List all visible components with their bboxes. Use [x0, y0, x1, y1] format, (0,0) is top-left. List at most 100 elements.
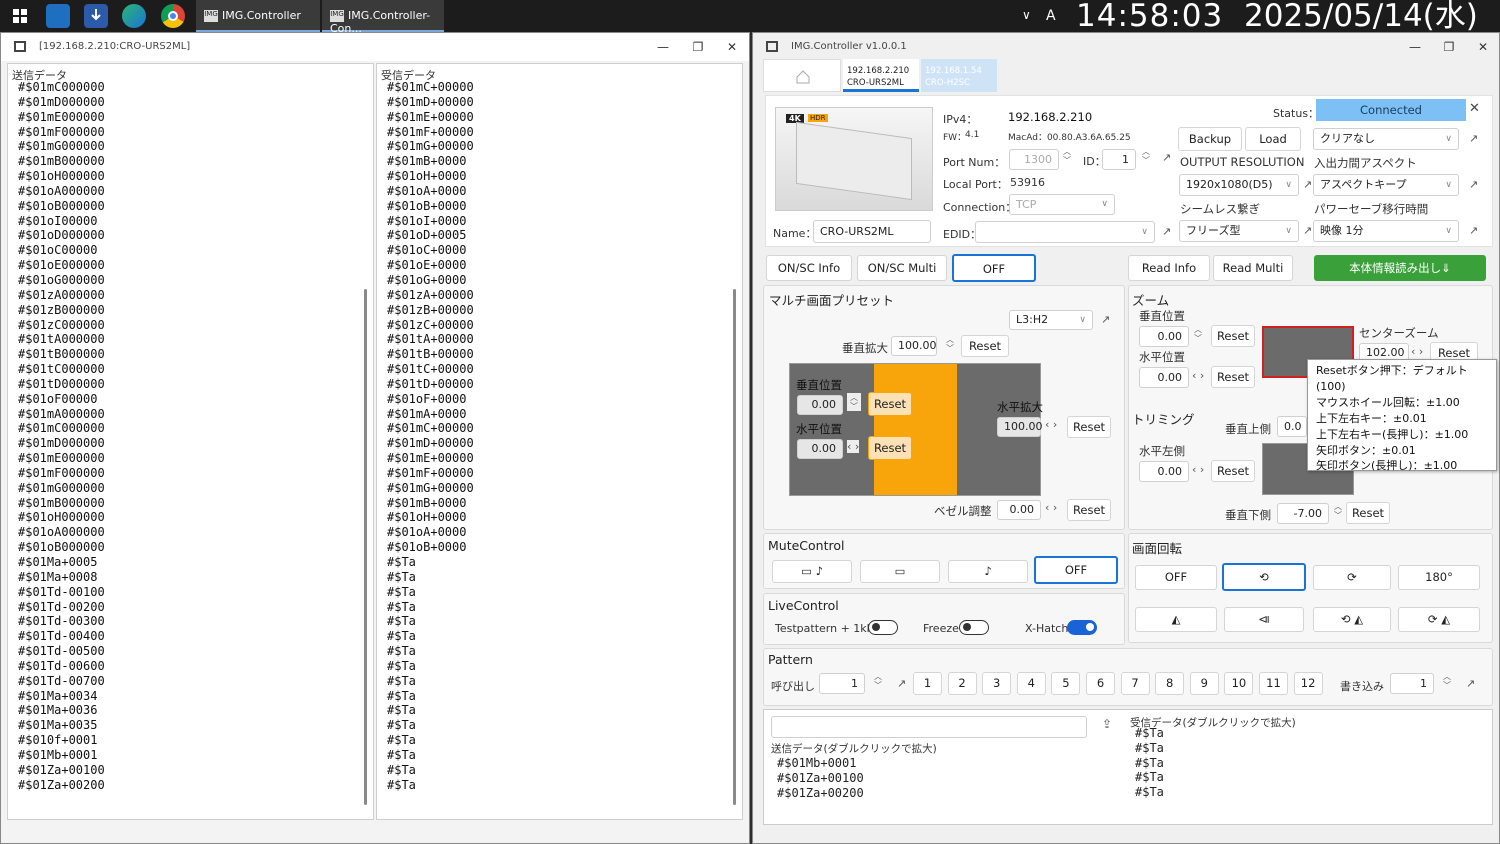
maximize-button[interactable]: ❐	[1441, 39, 1457, 55]
mp-h-pos-reset[interactable]: Reset	[868, 436, 912, 460]
resolution-apply-icon[interactable]: ↗	[1303, 178, 1312, 191]
edid-select[interactable]: ∨	[975, 221, 1155, 243]
onsc-off-button[interactable]: OFF	[952, 254, 1036, 282]
connection-select[interactable]: TCP ∨	[1009, 194, 1115, 215]
mute-off-button[interactable]: OFF	[1034, 556, 1118, 584]
send-scrollbar[interactable]	[364, 289, 367, 805]
pattern-button-4[interactable]: 4	[1016, 672, 1046, 695]
zoom-h-pos-arrows[interactable]: ‹ ›	[1192, 369, 1204, 382]
rotation-180-button[interactable]: 180°	[1398, 565, 1480, 590]
name-input[interactable]: CRO-URS2ML	[813, 220, 931, 243]
layout-select[interactable]: L3:H2 ∨	[1009, 310, 1093, 330]
preset-select[interactable]: クリアなし ∨	[1313, 128, 1459, 150]
home-tab[interactable]	[763, 59, 841, 92]
center-zoom-arrows[interactable]: ‹ ›	[1411, 345, 1423, 358]
send-data-pane[interactable]: 送信データ #$01mC000000 #$01mD000000 #$01mE0000…	[7, 63, 374, 820]
bezel-arrows[interactable]: ‹ ›	[1045, 501, 1057, 514]
pattern-write-apply-icon[interactable]: ↗	[1466, 677, 1475, 690]
send-command-icon[interactable]: ⇪	[1098, 717, 1116, 735]
id-input[interactable]: 1	[1102, 149, 1136, 170]
windows-start-icon[interactable]	[8, 4, 32, 28]
zoom-v-pos-spinner[interactable]: ︿ ﹀	[1191, 325, 1205, 343]
mp-h-zoom-arrows[interactable]: ‹ ›	[1045, 418, 1057, 431]
onsc-info-button[interactable]: ON/SC Info	[766, 255, 852, 281]
rotate-flip-a-button[interactable]: ⟲ ◭	[1313, 607, 1391, 632]
mute-video-button[interactable]: ▭	[860, 560, 940, 583]
pattern-call-spinner[interactable]: ︿ ﹀	[871, 672, 885, 690]
bezel-reset[interactable]: Reset	[1067, 499, 1111, 521]
controller-titlebar[interactable]: IMG.Controller v1.0.0.1 — ❐ ✕	[753, 33, 1499, 61]
load-button[interactable]: Load	[1245, 127, 1301, 151]
tab-device-1[interactable]: 192.168.2.210 CRO-URS2ML	[843, 59, 919, 92]
zoom-h-pos-reset[interactable]: Reset	[1211, 366, 1255, 388]
pattern-call-apply-icon[interactable]: ↗	[897, 677, 906, 690]
port-spinner[interactable]: ︿ ﹀	[1060, 147, 1074, 165]
minimize-button[interactable]: —	[655, 39, 671, 55]
trim-left-arrows[interactable]: ‹ ›	[1192, 463, 1204, 476]
seamless-select[interactable]: フリーズ型 ∨	[1179, 220, 1299, 242]
trim-left-reset[interactable]: Reset	[1211, 460, 1255, 482]
download-app-icon[interactable]	[84, 4, 108, 28]
pattern-button-7[interactable]: 7	[1120, 672, 1150, 695]
edge-browser-icon[interactable]	[122, 4, 146, 28]
trim-bottom-reset[interactable]: Reset	[1346, 502, 1390, 524]
zoom-v-pos-input[interactable]: 0.00	[1139, 326, 1189, 347]
rotation-270-button[interactable]: ⟳	[1313, 565, 1391, 590]
aspect-apply-icon[interactable]: ↗	[1469, 178, 1478, 191]
flip-v-button[interactable]: ⧏	[1224, 607, 1304, 632]
trim-bottom-spinner[interactable]: ︿ ﹀	[1331, 502, 1345, 520]
port-input[interactable]: 1300	[1009, 149, 1059, 170]
rotation-off-button[interactable]: OFF	[1135, 565, 1217, 590]
taskbar-task-img-controller-con[interactable]: IMG IMG.Controller-Con...	[322, 0, 444, 35]
backup-button[interactable]: Backup	[1178, 127, 1242, 151]
pattern-button-3[interactable]: 3	[982, 672, 1012, 695]
log-window-titlebar[interactable]: [192.168.2.210:CRO-URS2ML] — ❐ ✕	[1, 33, 749, 61]
pattern-button-1[interactable]: 1	[913, 672, 942, 695]
read-info-button[interactable]: Read Info	[1128, 255, 1210, 281]
xhatch-toggle[interactable]	[1067, 620, 1097, 635]
tab-device-2[interactable]: 192.168.1.54 CRO-H2SC	[921, 59, 997, 92]
pattern-button-8[interactable]: 8	[1155, 672, 1185, 695]
output-resolution-select[interactable]: 1920x1080(D5) ∨	[1179, 174, 1299, 196]
aspect-select[interactable]: アスペクトキープ ∨	[1313, 174, 1459, 196]
chrome-browser-icon[interactable]	[161, 4, 185, 28]
pattern-write-spinner[interactable]: ︿ ﹀	[1440, 672, 1454, 690]
mp-h-pos-input[interactable]: 0.00	[797, 439, 843, 459]
flip-h-button[interactable]: ◭	[1135, 607, 1217, 632]
app-icon-blue[interactable]	[46, 4, 70, 28]
mp-h-zoom-reset[interactable]: Reset	[1067, 416, 1111, 438]
id-apply-icon[interactable]: ↗	[1162, 151, 1171, 164]
pattern-button-6[interactable]: 6	[1086, 672, 1115, 695]
close-button[interactable]: ✕	[1475, 39, 1491, 55]
pattern-button-10[interactable]: 10	[1224, 672, 1254, 695]
trim-top-input[interactable]: 0.0	[1277, 416, 1307, 437]
minimize-button[interactable]: —	[1407, 39, 1423, 55]
testpattern-toggle[interactable]	[868, 620, 898, 635]
preset-apply-icon[interactable]: ↗	[1469, 132, 1478, 145]
pattern-button-5[interactable]: 5	[1051, 672, 1081, 695]
taskbar-task-img-controller[interactable]: IMG IMG.Controller	[196, 0, 320, 32]
layout-apply-icon[interactable]: ↗	[1101, 313, 1110, 326]
pattern-button-12[interactable]: 12	[1293, 672, 1323, 695]
mp-h-zoom-input[interactable]: 100.00	[997, 417, 1043, 437]
rotate-flip-b-button[interactable]: ⟳ ◭	[1398, 607, 1480, 632]
console-send-list[interactable]: #$01Mb+0001 #$01Za+00100 #$01Za+00200	[777, 756, 864, 800]
powersave-select[interactable]: 映像 1分 ∨	[1313, 220, 1459, 242]
pattern-write-input[interactable]: 1	[1390, 673, 1434, 694]
bezel-input[interactable]: 0.00	[997, 500, 1041, 520]
pattern-button-9[interactable]: 9	[1189, 672, 1219, 695]
zoom-h-pos-input[interactable]: 0.00	[1139, 367, 1189, 388]
rotation-90-button[interactable]: ⟲	[1222, 563, 1306, 591]
mp-v-zoom-spinner[interactable]: ︿ ﹀	[943, 335, 957, 353]
freeze-toggle[interactable]	[959, 620, 989, 635]
mp-v-zoom-input[interactable]: 100.00	[891, 336, 937, 356]
ime-indicator[interactable]: A	[1046, 8, 1056, 24]
pattern-button-11[interactable]: 11	[1259, 672, 1288, 695]
mp-v-pos-input[interactable]: 0.00	[797, 395, 843, 415]
id-spinner[interactable]: ︿ ﹀	[1139, 147, 1153, 165]
recv-scrollbar[interactable]	[733, 289, 736, 805]
seamless-apply-icon[interactable]: ↗	[1303, 224, 1312, 237]
pattern-call-input[interactable]: 1	[819, 673, 865, 694]
trim-bottom-input[interactable]: -7.00	[1277, 503, 1329, 524]
mp-h-pos-arrows[interactable]: ‹ ›	[847, 440, 860, 453]
